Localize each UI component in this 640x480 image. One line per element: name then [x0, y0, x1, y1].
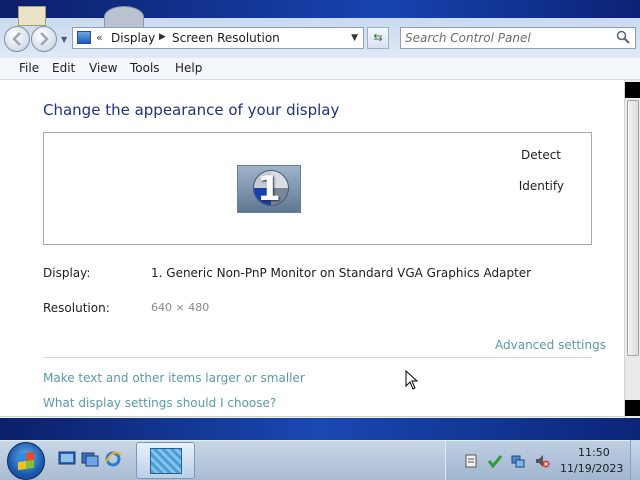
address-overflow-chevrons[interactable]: « [96, 31, 103, 44]
control-panel-icon [150, 448, 182, 474]
security-check-icon[interactable] [487, 453, 503, 469]
window-chrome: ▼ « Display ▶ Screen Resolution ▼ ⇆ [0, 0, 640, 58]
desktop-background [0, 418, 640, 440]
action-center-flag-icon[interactable] [463, 453, 479, 469]
menu-help[interactable]: Help [175, 61, 202, 75]
refresh-icon: ⇆ [373, 31, 383, 44]
display-label: Display: [43, 266, 91, 280]
menu-tools[interactable]: Tools [130, 61, 160, 75]
recent-pages-dropdown[interactable]: ▼ [61, 35, 67, 44]
search-box[interactable] [400, 27, 636, 49]
display-settings-help-link[interactable]: What display settings should I choose? [43, 396, 276, 410]
volume-muted-icon[interactable] [534, 453, 550, 469]
menu-file[interactable]: File [19, 61, 39, 75]
menu-bar: File Edit View Tools Help [0, 58, 640, 80]
clock-time[interactable]: 11:50 [578, 446, 610, 459]
start-button[interactable] [7, 442, 45, 480]
back-arrow-icon [12, 32, 21, 46]
detect-button[interactable]: Detect [521, 148, 561, 162]
vertical-scrollbar[interactable] [624, 80, 640, 418]
scroll-up-button[interactable] [625, 82, 640, 98]
network-icon[interactable] [510, 453, 526, 469]
switch-windows-icon[interactable] [81, 450, 99, 468]
address-bar[interactable]: « Display ▶ Screen Resolution ▼ [72, 27, 364, 49]
text-size-link[interactable]: Make text and other items larger or smal… [43, 371, 305, 385]
scroll-down-button[interactable] [625, 400, 640, 416]
monitor-arrangement-panel: 1 Detect Identify [43, 132, 592, 245]
taskbar-control-panel-window[interactable] [136, 442, 195, 479]
refresh-button[interactable]: ⇆ [367, 27, 389, 49]
address-dropdown-arrow-icon[interactable]: ▼ [351, 33, 358, 43]
resolution-label: Resolution: [43, 301, 110, 315]
monitor-number: 1 [257, 169, 281, 209]
monitor-1-tile[interactable]: 1 [237, 165, 301, 213]
back-button[interactable] [4, 26, 30, 52]
mouse-cursor-icon [405, 370, 419, 390]
breadcrumb-screen-resolution[interactable]: Screen Resolution [172, 31, 280, 45]
control-panel-icon [77, 31, 91, 44]
identify-button[interactable]: Identify [519, 179, 564, 193]
menu-view[interactable]: View [89, 61, 117, 75]
clock-date[interactable]: 11/19/2023 [560, 462, 623, 475]
search-input[interactable] [405, 30, 613, 46]
divider [43, 357, 592, 358]
menu-edit[interactable]: Edit [52, 61, 75, 75]
display-select[interactable]: 1. Generic Non-PnP Monitor on Standard V… [151, 266, 531, 280]
show-desktop-quicklaunch-icon[interactable] [58, 450, 76, 468]
internet-explorer-icon[interactable] [104, 450, 122, 468]
taskbar [0, 440, 640, 480]
desktop-icon[interactable] [18, 6, 46, 26]
forward-button[interactable] [31, 26, 57, 52]
main-content: Change the appearance of your display 1 … [0, 80, 624, 416]
windows-start-icon [18, 451, 34, 471]
scroll-thumb[interactable] [627, 100, 639, 356]
desktop-background-strip [0, 0, 640, 18]
search-icon[interactable] [616, 30, 630, 44]
forward-arrow-icon [40, 32, 49, 46]
page-title: Change the appearance of your display [43, 101, 340, 119]
resolution-select[interactable]: 640 × 480 [151, 301, 209, 314]
breadcrumb-separator-arrow-icon[interactable]: ▶ [159, 32, 166, 42]
breadcrumb-display[interactable]: Display [111, 31, 155, 45]
advanced-settings-link[interactable]: Advanced settings [495, 338, 606, 352]
show-desktop-button[interactable] [630, 440, 640, 480]
